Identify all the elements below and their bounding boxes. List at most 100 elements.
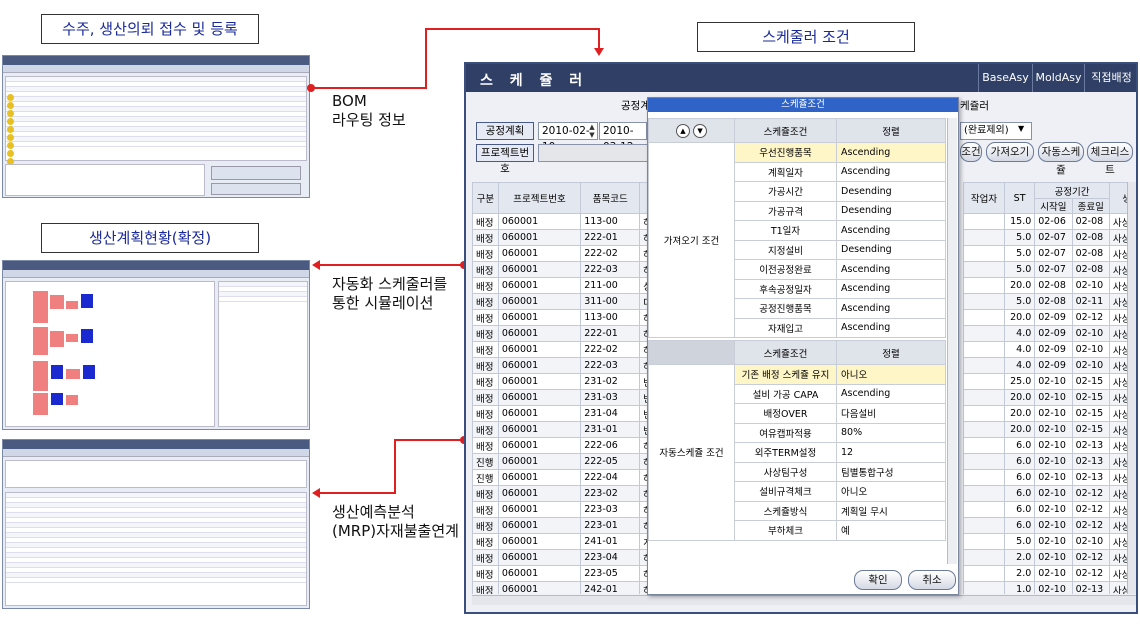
table-row[interactable]: 배정060001223-03하입	[472, 501, 648, 518]
baseasy-button[interactable]: BaseAsy	[978, 64, 1032, 92]
condition-value[interactable]: Desending	[836, 239, 946, 260]
table-row[interactable]: 5.002-0702-08사상1	[963, 245, 1128, 262]
table-row[interactable]: 5.002-0802-11사상1	[963, 293, 1128, 310]
table-row[interactable]: 배정060001222-06하코	[472, 437, 648, 454]
condition-value[interactable]: 아니오	[836, 364, 946, 385]
condition-value[interactable]: Ascending	[836, 161, 946, 182]
table-row[interactable]: 6.002-1002-13사상1	[963, 453, 1128, 470]
table-row[interactable]: 4.002-0902-10사상1	[963, 357, 1128, 374]
status-dot-icon	[7, 102, 14, 109]
connector-mrp	[320, 492, 396, 494]
table-row[interactable]: 배정060001231-01변형	[472, 421, 648, 438]
table-row[interactable]: 4.002-0902-10사상1	[963, 325, 1128, 342]
condition-value[interactable]: Ascending	[836, 220, 946, 241]
table-row[interactable]: 5.002-1002-10사상1	[963, 533, 1128, 550]
table-row[interactable]: 20.002-1002-15사상1	[963, 389, 1128, 406]
condition-value[interactable]: Ascending	[836, 259, 946, 280]
condition-value[interactable]: 계획일 무시	[836, 500, 946, 521]
condition-value[interactable]: Ascending	[836, 142, 946, 163]
connector-bom-vertical	[425, 28, 427, 89]
fetch-button[interactable]: 가져오기	[986, 142, 1034, 162]
condition-value[interactable]: Desending	[836, 181, 946, 202]
cancel-button[interactable]: 취소	[908, 570, 956, 590]
table-row[interactable]: 6.002-1002-12사상1	[963, 517, 1128, 534]
table-row[interactable]: 배정060001222-02하코	[472, 245, 648, 262]
condition-value[interactable]: 12	[836, 442, 946, 463]
condition-value[interactable]: Ascending	[836, 278, 946, 299]
table-row[interactable]: 5.002-0702-08사상1	[963, 261, 1128, 278]
table-row[interactable]: 배정060001113-00하원	[472, 309, 648, 326]
status-dot-icon	[7, 110, 14, 117]
table-row[interactable]: 배정060001211-00상M	[472, 277, 648, 294]
condition-value[interactable]: 다음설비	[836, 403, 946, 424]
table-row[interactable]: 배정060001242-01하스	[472, 581, 648, 594]
table-row[interactable]: 배정060001222-03하코	[472, 261, 648, 278]
table-row[interactable]: 배정060001231-04변형	[472, 405, 648, 422]
date-spinner-icon[interactable]: ▲ ▼	[587, 123, 597, 139]
cell-type: 배정	[472, 357, 499, 374]
table-row[interactable]: 배정060001231-03변형	[472, 389, 648, 406]
move-up-button[interactable]: ▲	[675, 123, 690, 138]
condition-value[interactable]: Ascending	[836, 317, 946, 338]
condition-name: 사상팀구성	[734, 461, 837, 482]
table-row[interactable]: 배정060001222-01하코	[472, 325, 648, 342]
table-row[interactable]: 2.002-1002-12사상1	[963, 565, 1128, 582]
chevron-down-icon[interactable]: ▼	[1018, 124, 1024, 133]
vertical-scrollbar[interactable]	[1127, 182, 1136, 594]
table-row[interactable]: 20.002-1002-15사상1	[963, 421, 1128, 438]
moldasy-button[interactable]: MoldAsy	[1032, 64, 1084, 92]
table-row[interactable]: 배정060001222-03하코	[472, 357, 648, 374]
condition-value[interactable]: 80%	[836, 422, 946, 443]
cell-type: 배정	[472, 245, 499, 262]
table-row[interactable]: 2.002-1002-12사상1	[963, 549, 1128, 566]
direct-assign-button[interactable]: 직접배정	[1084, 64, 1136, 92]
ok-button[interactable]: 확인	[854, 570, 902, 590]
col-period: 공정기간	[1034, 182, 1110, 199]
table-row[interactable]: 4.002-0902-10사상1	[963, 341, 1128, 358]
move-down-button[interactable]: ▼	[693, 123, 708, 138]
date-to-field[interactable]: 2010-03-12	[599, 122, 647, 153]
horizontal-scrollbar[interactable]	[472, 595, 1136, 605]
table-row[interactable]: 배정060001223-02하입	[472, 485, 648, 502]
table-row[interactable]: 배정060001222-01하코	[472, 229, 648, 246]
table-row[interactable]: 배정060001231-02변형	[472, 373, 648, 390]
condition-button[interactable]: 조건	[960, 142, 982, 162]
condition-value[interactable]: 예	[836, 520, 946, 541]
auto-schedule-button[interactable]: 자동스케쥴	[1038, 142, 1084, 176]
cell-start: 02-07	[1034, 261, 1073, 278]
table-row[interactable]: 20.002-0802-10사상1	[963, 277, 1128, 294]
table-row[interactable]: 6.002-1002-13사상1	[963, 469, 1128, 486]
table-row[interactable]: 20.002-1002-15사상1	[963, 405, 1128, 422]
table-row[interactable]: 6.002-1002-12사상1	[963, 485, 1128, 502]
table-row[interactable]: 5.002-0702-08사상1	[963, 229, 1128, 246]
table-row[interactable]: 진행060001222-05하코	[472, 453, 648, 470]
cell-st: 20.0	[1003, 277, 1036, 294]
table-row[interactable]: 6.002-1002-13사상1	[963, 437, 1128, 454]
dialog-scrollbar[interactable]	[947, 118, 957, 564]
table-row[interactable]: 배정060001223-05하입	[472, 565, 648, 582]
condition-row[interactable]: 자동스케쥴 조건 기존 배정 스케쥴 유지 아니오	[648, 364, 946, 541]
table-row[interactable]: 진행060001222-04하코	[472, 469, 648, 486]
condition-value[interactable]: 아니오	[836, 481, 946, 502]
condition-row[interactable]: 가져오기 조건 우선진행품목 Ascending	[648, 142, 946, 338]
table-row[interactable]: 배정060001223-04하입	[472, 549, 648, 566]
table-row[interactable]: 1.002-1002-13사상1	[963, 581, 1128, 594]
table-row[interactable]: 배정060001222-02하코	[472, 341, 648, 358]
cell-production: 사상1	[1108, 549, 1128, 566]
table-row[interactable]: 배정060001311-00대올	[472, 293, 648, 310]
table-row[interactable]: 배정060001223-01하입	[472, 517, 648, 534]
cell-production: 사상1	[1108, 357, 1128, 374]
table-row[interactable]: 25.002-1002-15사상1	[963, 373, 1128, 390]
cell-st: 2.0	[1003, 565, 1036, 582]
condition-value[interactable]: 팀별통합구성	[836, 461, 946, 482]
table-row[interactable]: 15.002-0602-08사상1	[963, 213, 1128, 230]
table-row[interactable]: 6.002-1002-12사상1	[963, 501, 1128, 518]
condition-value[interactable]: Desending	[836, 200, 946, 221]
checklist-button[interactable]: 체크리스트	[1087, 142, 1133, 176]
condition-value[interactable]: Ascending	[836, 298, 946, 319]
condition-value[interactable]: Ascending	[836, 383, 946, 404]
table-row[interactable]: 배정060001113-00하원	[472, 213, 648, 230]
table-row[interactable]: 배정060001241-01게이	[472, 533, 648, 550]
table-row[interactable]: 20.002-0902-12사상1	[963, 309, 1128, 326]
project-number-field[interactable]	[538, 144, 648, 162]
